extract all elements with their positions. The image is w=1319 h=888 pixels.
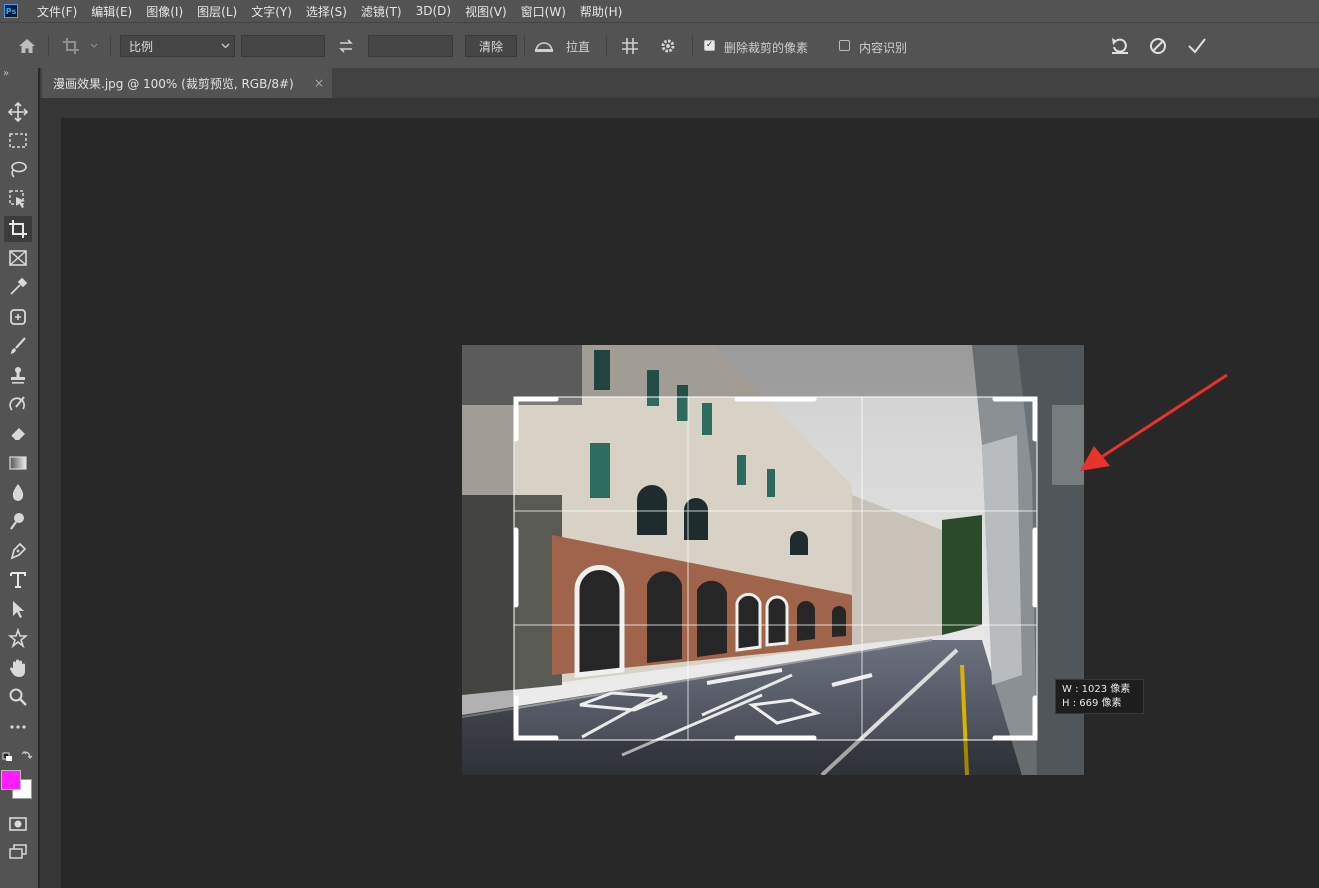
eyedropper-tool-icon[interactable] — [4, 274, 32, 300]
horizontal-ruler — [40, 98, 1319, 118]
document-tab-title: 漫画效果.jpg @ 100% (裁剪预览, RGB/8#) — [53, 76, 294, 91]
menu-type[interactable]: 文字(Y) — [244, 3, 299, 20]
move-tool-icon[interactable] — [4, 99, 32, 125]
delete-cropped-checkbox[interactable]: ✓ — [704, 40, 715, 51]
chevron-down-icon — [221, 43, 230, 49]
straighten-label[interactable]: 拉直 — [566, 38, 590, 55]
frame-tool-icon[interactable] — [4, 245, 32, 271]
menu-filter[interactable]: 滤镜(T) — [354, 3, 409, 20]
menu-file[interactable]: 文件(F) — [30, 3, 84, 20]
menu-window[interactable]: 窗口(W) — [514, 3, 573, 20]
gradient-tool-icon[interactable] — [4, 450, 32, 476]
close-icon[interactable]: × — [314, 76, 324, 90]
path-selection-tool-icon[interactable] — [4, 596, 32, 622]
crop-height-readout: H : 669 像素 — [1062, 698, 1122, 709]
delete-cropped-label: 删除裁剪的像素 — [724, 41, 809, 55]
crop-width-readout: W : 1023 像素 — [1062, 684, 1131, 695]
crop-width-input[interactable] — [241, 35, 325, 57]
healing-brush-tool-icon[interactable] — [4, 304, 32, 330]
dodge-tool-icon[interactable] — [4, 508, 32, 534]
brush-tool-icon[interactable] — [4, 333, 32, 359]
default-colors-icon[interactable] — [2, 750, 36, 762]
content-aware-checkbox[interactable] — [839, 40, 850, 51]
annotation-arrow-icon — [1080, 373, 1228, 471]
photoshop-logo[interactable]: Ps — [4, 4, 18, 18]
lasso-tool-icon[interactable] — [4, 157, 32, 183]
menu-3d[interactable]: 3D(D) — [409, 4, 458, 18]
eraser-tool-icon[interactable] — [4, 420, 32, 446]
hand-tool-icon[interactable] — [4, 655, 32, 681]
options-bar: 比例 清除 拉直 ✓ 删除裁剪的像素 内容识别 — [0, 22, 1319, 68]
clone-stamp-tool-icon[interactable] — [4, 362, 32, 388]
shape-tool-icon[interactable] — [4, 625, 32, 651]
commit-check-icon[interactable] — [1185, 35, 1209, 57]
menu-view[interactable]: 视图(V) — [458, 3, 514, 20]
reset-icon[interactable] — [1108, 35, 1132, 57]
foreground-color-swatch[interactable] — [1, 770, 21, 790]
swap-icon[interactable] — [335, 36, 357, 56]
straighten-icon[interactable] — [532, 36, 556, 56]
expand-panel-icon[interactable]: » — [3, 68, 9, 79]
object-select-tool-icon[interactable] — [4, 186, 32, 212]
gear-icon[interactable] — [656, 36, 680, 56]
crop-size-tooltip: W : 1023 像素 H : 669 像素 — [1055, 679, 1144, 714]
blur-tool-icon[interactable] — [4, 479, 32, 505]
menu-image[interactable]: 图像(I) — [139, 3, 190, 20]
crop-preset-icon[interactable] — [60, 35, 100, 57]
pen-tool-icon[interactable] — [4, 538, 32, 564]
menu-layer[interactable]: 图层(L) — [190, 3, 244, 20]
tab-document[interactable]: 漫画效果.jpg @ 100% (裁剪预览, RGB/8#) × — [42, 68, 332, 98]
crop-overlay — [462, 345, 1084, 775]
type-tool-icon[interactable] — [4, 567, 32, 593]
screen-mode-icon[interactable] — [4, 839, 32, 865]
ratio-select-value: 比例 — [129, 39, 154, 54]
document-tabs: 漫画效果.jpg @ 100% (裁剪预览, RGB/8#) × — [40, 68, 1319, 98]
zoom-tool-icon[interactable] — [4, 684, 32, 710]
menu-edit[interactable]: 编辑(E) — [84, 3, 139, 20]
clear-button[interactable]: 清除 — [465, 35, 517, 57]
street-photo[interactable] — [462, 345, 1084, 775]
quick-mask-icon[interactable] — [4, 811, 32, 837]
cancel-icon[interactable] — [1146, 35, 1170, 57]
ratio-select[interactable]: 比例 — [120, 35, 235, 57]
menu-select[interactable]: 选择(S) — [299, 3, 354, 20]
content-aware-label: 内容识别 — [859, 41, 908, 55]
overlay-grid-icon[interactable] — [618, 36, 642, 56]
menu-bar: Ps 文件(F) 编辑(E) 图像(I) 图层(L) 文字(Y) 选择(S) 滤… — [0, 0, 1319, 22]
crop-height-input[interactable] — [368, 35, 453, 57]
home-icon[interactable] — [16, 36, 38, 56]
menu-help[interactable]: 帮助(H) — [573, 3, 629, 20]
history-brush-tool-icon[interactable] — [4, 391, 32, 417]
tools-panel: » — [0, 68, 38, 888]
vertical-ruler — [40, 118, 61, 888]
more-tools-icon[interactable] — [4, 717, 32, 737]
crop-tool-icon[interactable] — [4, 216, 32, 242]
marquee-tool-icon[interactable] — [4, 128, 32, 154]
